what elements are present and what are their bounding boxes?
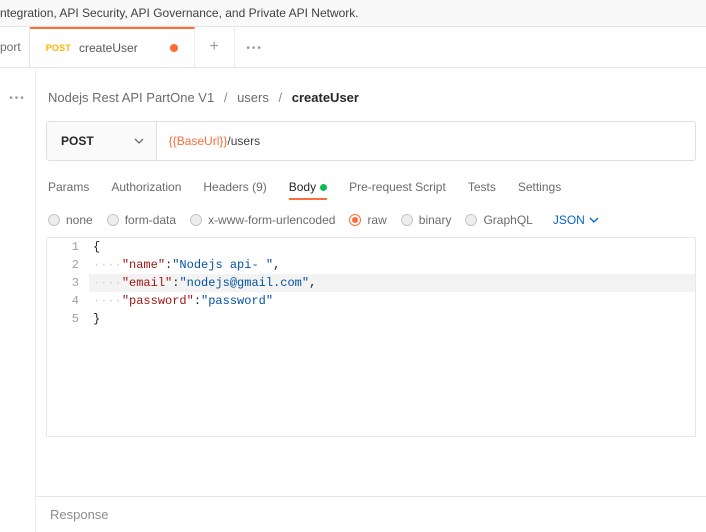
body-language-label: JSON: [553, 213, 585, 227]
indent-guide: ····: [93, 276, 122, 290]
body-editor[interactable]: 1 { 2 ····"name":"Nodejs api- ", 3 ····"…: [46, 237, 696, 437]
tab-body[interactable]: Body: [289, 175, 327, 199]
code-brace: }: [93, 312, 100, 326]
radio-form-data[interactable]: form-data: [107, 213, 176, 227]
radio-label: x-www-form-urlencoded: [208, 213, 335, 227]
tab-settings[interactable]: Settings: [518, 175, 561, 199]
json-key: "password": [122, 294, 194, 308]
json-string: "nodejs@gmail.com": [179, 276, 309, 290]
radio-icon: [401, 214, 413, 226]
body-language-select[interactable]: JSON: [553, 213, 599, 227]
radio-none[interactable]: none: [48, 213, 93, 227]
breadcrumb-folder[interactable]: users: [237, 90, 269, 105]
breadcrumb-current: createUser: [292, 90, 359, 105]
response-label: Response: [50, 507, 109, 522]
editor-line: 4 ····"password":"password": [47, 292, 695, 310]
request-main: Nodejs Rest API PartOne V1 / users / cre…: [36, 68, 706, 532]
radio-icon: [465, 214, 477, 226]
line-number: 4: [47, 292, 89, 310]
tab-authorization[interactable]: Authorization: [111, 175, 181, 199]
json-string: "Nodejs api- ": [172, 258, 273, 272]
radio-label: binary: [419, 213, 452, 227]
tab-prerequest[interactable]: Pre-request Script: [349, 175, 446, 199]
breadcrumb-collection[interactable]: Nodejs Rest API PartOne V1: [48, 90, 214, 105]
top-notice-bar: ntegration, API Security, API Governance…: [0, 0, 706, 27]
radio-raw[interactable]: raw: [349, 213, 386, 227]
json-key: "email": [122, 276, 172, 290]
radio-binary[interactable]: binary: [401, 213, 452, 227]
breadcrumb-sep: /: [224, 90, 228, 105]
breadcrumb: Nodejs Rest API PartOne V1 / users / cre…: [46, 86, 696, 121]
radio-icon: [190, 214, 202, 226]
line-number: 5: [47, 310, 89, 328]
top-notice-text: ntegration, API Security, API Governance…: [0, 6, 359, 20]
line-number: 3: [47, 274, 89, 292]
tab-stub-left[interactable]: port: [0, 27, 30, 67]
line-number: 1: [47, 238, 89, 256]
body-active-dot-icon: [320, 184, 327, 191]
radio-icon: [349, 214, 361, 226]
json-string: "password": [201, 294, 273, 308]
tabs-strip: port POST createUser +: [0, 27, 706, 68]
radio-icon: [107, 214, 119, 226]
kebab-icon: [246, 40, 263, 54]
editor-line: 1 {: [47, 238, 695, 256]
editor-line: 5 }: [47, 310, 695, 328]
tab-overflow-button[interactable]: [235, 27, 275, 67]
tab-title: createUser: [79, 41, 138, 55]
request-url-input[interactable]: {{BaseUrl}}/users: [157, 122, 695, 160]
editor-line: 3 ····"email":"nodejs@gmail.com",: [47, 274, 695, 292]
request-sub-tabs: Params Authorization Headers (9) Body Pr…: [46, 161, 696, 207]
response-section-header[interactable]: Response: [36, 496, 706, 532]
plus-icon: +: [210, 38, 219, 56]
radio-graphql[interactable]: GraphQL: [465, 213, 532, 227]
radio-label: raw: [367, 213, 386, 227]
body-type-row: none form-data x-www-form-urlencoded raw…: [46, 207, 696, 237]
tab-create-user[interactable]: POST createUser: [30, 27, 195, 67]
indent-guide: ····: [93, 258, 122, 272]
http-method-select[interactable]: POST: [47, 122, 157, 160]
breadcrumb-sep: /: [279, 90, 283, 105]
tab-tests[interactable]: Tests: [468, 175, 496, 199]
tab-method-badge: POST: [46, 43, 71, 53]
http-method-label: POST: [61, 134, 94, 148]
tab-stub-label: port: [0, 40, 21, 54]
left-pane-overflow[interactable]: [0, 68, 36, 532]
chevron-down-icon: [134, 136, 144, 146]
request-url-bar: POST {{BaseUrl}}/users: [46, 121, 696, 161]
radio-icon: [48, 214, 60, 226]
chevron-down-icon: [589, 215, 599, 225]
tab-headers[interactable]: Headers (9): [203, 175, 266, 199]
code-brace: {: [93, 240, 100, 254]
radio-label: form-data: [125, 213, 176, 227]
indent-guide: ····: [93, 294, 122, 308]
editor-line: 2 ····"name":"Nodejs api- ",: [47, 256, 695, 274]
url-rest: /users: [227, 134, 260, 148]
unsaved-indicator-icon: [170, 44, 178, 52]
radio-label: GraphQL: [483, 213, 532, 227]
json-key: "name": [122, 258, 165, 272]
radio-label: none: [66, 213, 93, 227]
url-variable: {{BaseUrl}}: [169, 134, 228, 148]
tab-body-label: Body: [289, 180, 316, 194]
radio-xwww[interactable]: x-www-form-urlencoded: [190, 213, 335, 227]
line-number: 2: [47, 256, 89, 274]
kebab-icon: [9, 90, 26, 104]
tab-params[interactable]: Params: [48, 175, 89, 199]
new-tab-button[interactable]: +: [195, 27, 235, 67]
